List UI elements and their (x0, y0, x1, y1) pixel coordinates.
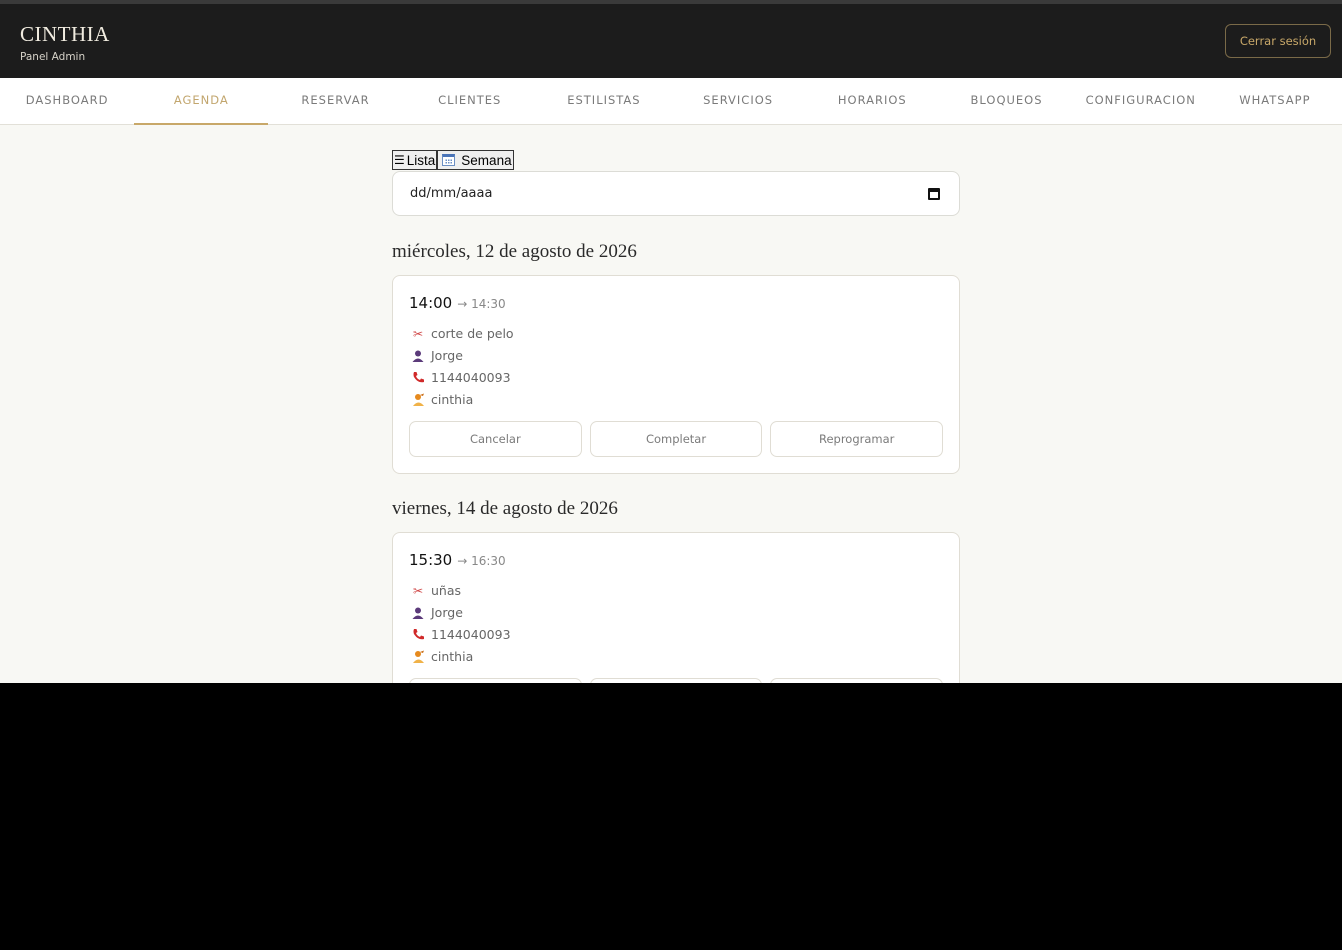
cancel-button[interactable]: Cancelar (409, 421, 582, 457)
phone-icon (411, 628, 425, 642)
client-name: Jorge (431, 605, 463, 620)
logout-button[interactable]: Cerrar sesión (1225, 24, 1331, 58)
stylist-icon (411, 650, 425, 664)
nav-tab-estilistas[interactable]: ESTILISTAS (537, 78, 671, 124)
nav-tab-horarios[interactable]: HORARIOS (805, 78, 939, 124)
brand-subtitle: Panel Admin (20, 51, 86, 63)
week-view-label: Semana (461, 152, 512, 168)
view-toggle: ☰ Lista Semana (392, 150, 960, 170)
stylist-name: cinthia (431, 649, 474, 664)
appointment-phone: 1144040093 (411, 627, 511, 642)
nav-tab-reservar[interactable]: RESERVAR (268, 78, 402, 124)
brand: CINTHIA Panel Admin (20, 22, 110, 63)
user-icon (411, 606, 425, 620)
appointment-time: 14:00 → 14:30 (409, 294, 506, 312)
appointment-card: 14:00 → 14:30 ✂ corte de pelo Jorge 1144… (392, 275, 960, 474)
client-phone: 1144040093 (431, 370, 511, 385)
user-icon (411, 349, 425, 363)
appointment-start: 15:30 (409, 551, 453, 569)
list-view-label: Lista (406, 152, 436, 168)
complete-button[interactable]: Completar (589, 421, 763, 457)
calendar-icon (442, 154, 456, 166)
app-viewport: CINTHIA Panel Admin Cerrar sesión DASHBO… (0, 0, 1342, 683)
appointment-stylist: cinthia (411, 649, 473, 664)
phone-icon (411, 371, 425, 385)
appointment-actions: Cancelar Completar Reprogramar (409, 421, 944, 457)
agenda-content: ☰ Lista Semana dd/mm/aaaa miércoles, 12 … (392, 150, 960, 683)
nav-tab-dashboard[interactable]: DASHBOARD (0, 78, 134, 124)
appointment-service: ✂ uñas (411, 583, 461, 598)
nav-tab-whatsapp[interactable]: WHATSAPP (1208, 78, 1342, 124)
appointment-card: 15:30 → 16:30 ✂ uñas Jorge 1144040093 ci… (392, 532, 960, 683)
date-filter-input[interactable]: dd/mm/aaaa (392, 171, 960, 216)
service-name: uñas (431, 583, 462, 598)
stylist-icon (411, 393, 425, 407)
nav-tab-bloqueos[interactable]: BLOQUEOS (939, 78, 1073, 124)
appointment-end: → 14:30 (457, 297, 506, 311)
client-phone: 1144040093 (431, 627, 511, 642)
appointment-time: 15:30 → 16:30 (409, 551, 506, 569)
week-view-button[interactable]: Semana (437, 150, 514, 170)
appointment-phone: 1144040093 (411, 370, 511, 385)
reschedule-button[interactable]: Reprogramar (770, 678, 944, 683)
appointment-end: → 16:30 (457, 554, 506, 568)
scissors-icon: ✂ (412, 326, 424, 341)
client-name: Jorge (431, 348, 463, 363)
appointment-start: 14:00 (409, 294, 453, 312)
appointment-actions: Cancelar Completar Reprogramar (409, 678, 944, 683)
appointment-client: Jorge (411, 605, 463, 620)
date-picker-icon[interactable] (928, 188, 940, 200)
list-view-button[interactable]: ☰ Lista (392, 150, 438, 170)
day-heading: viernes, 14 de agosto de 2026 (392, 498, 618, 519)
brand-name: CINTHIA (20, 22, 110, 46)
appointment-client: Jorge (411, 348, 463, 363)
reschedule-button[interactable]: Reprogramar (770, 421, 944, 457)
complete-button[interactable]: Completar (589, 678, 763, 683)
nav-tab-servicios[interactable]: SERVICIOS (671, 78, 805, 124)
service-name: corte de pelo (431, 326, 514, 341)
cancel-button[interactable]: Cancelar (409, 678, 582, 683)
appointment-service: ✂ corte de pelo (411, 326, 514, 341)
nav-tab-agenda[interactable]: AGENDA (134, 78, 269, 125)
main-nav: DASHBOARD AGENDA RESERVAR CLIENTES ESTIL… (0, 78, 1342, 125)
nav-tab-configuracion[interactable]: CONFIGURACION (1074, 78, 1208, 124)
appointment-stylist: cinthia (411, 392, 473, 407)
app-header: CINTHIA Panel Admin Cerrar sesión (0, 4, 1342, 78)
scissors-icon: ✂ (412, 583, 424, 598)
date-filter-value: dd/mm/aaaa (410, 186, 493, 201)
list-icon: ☰ (394, 153, 405, 167)
day-heading: miércoles, 12 de agosto de 2026 (392, 241, 637, 262)
stylist-name: cinthia (431, 392, 474, 407)
nav-tab-clientes[interactable]: CLIENTES (403, 78, 537, 124)
